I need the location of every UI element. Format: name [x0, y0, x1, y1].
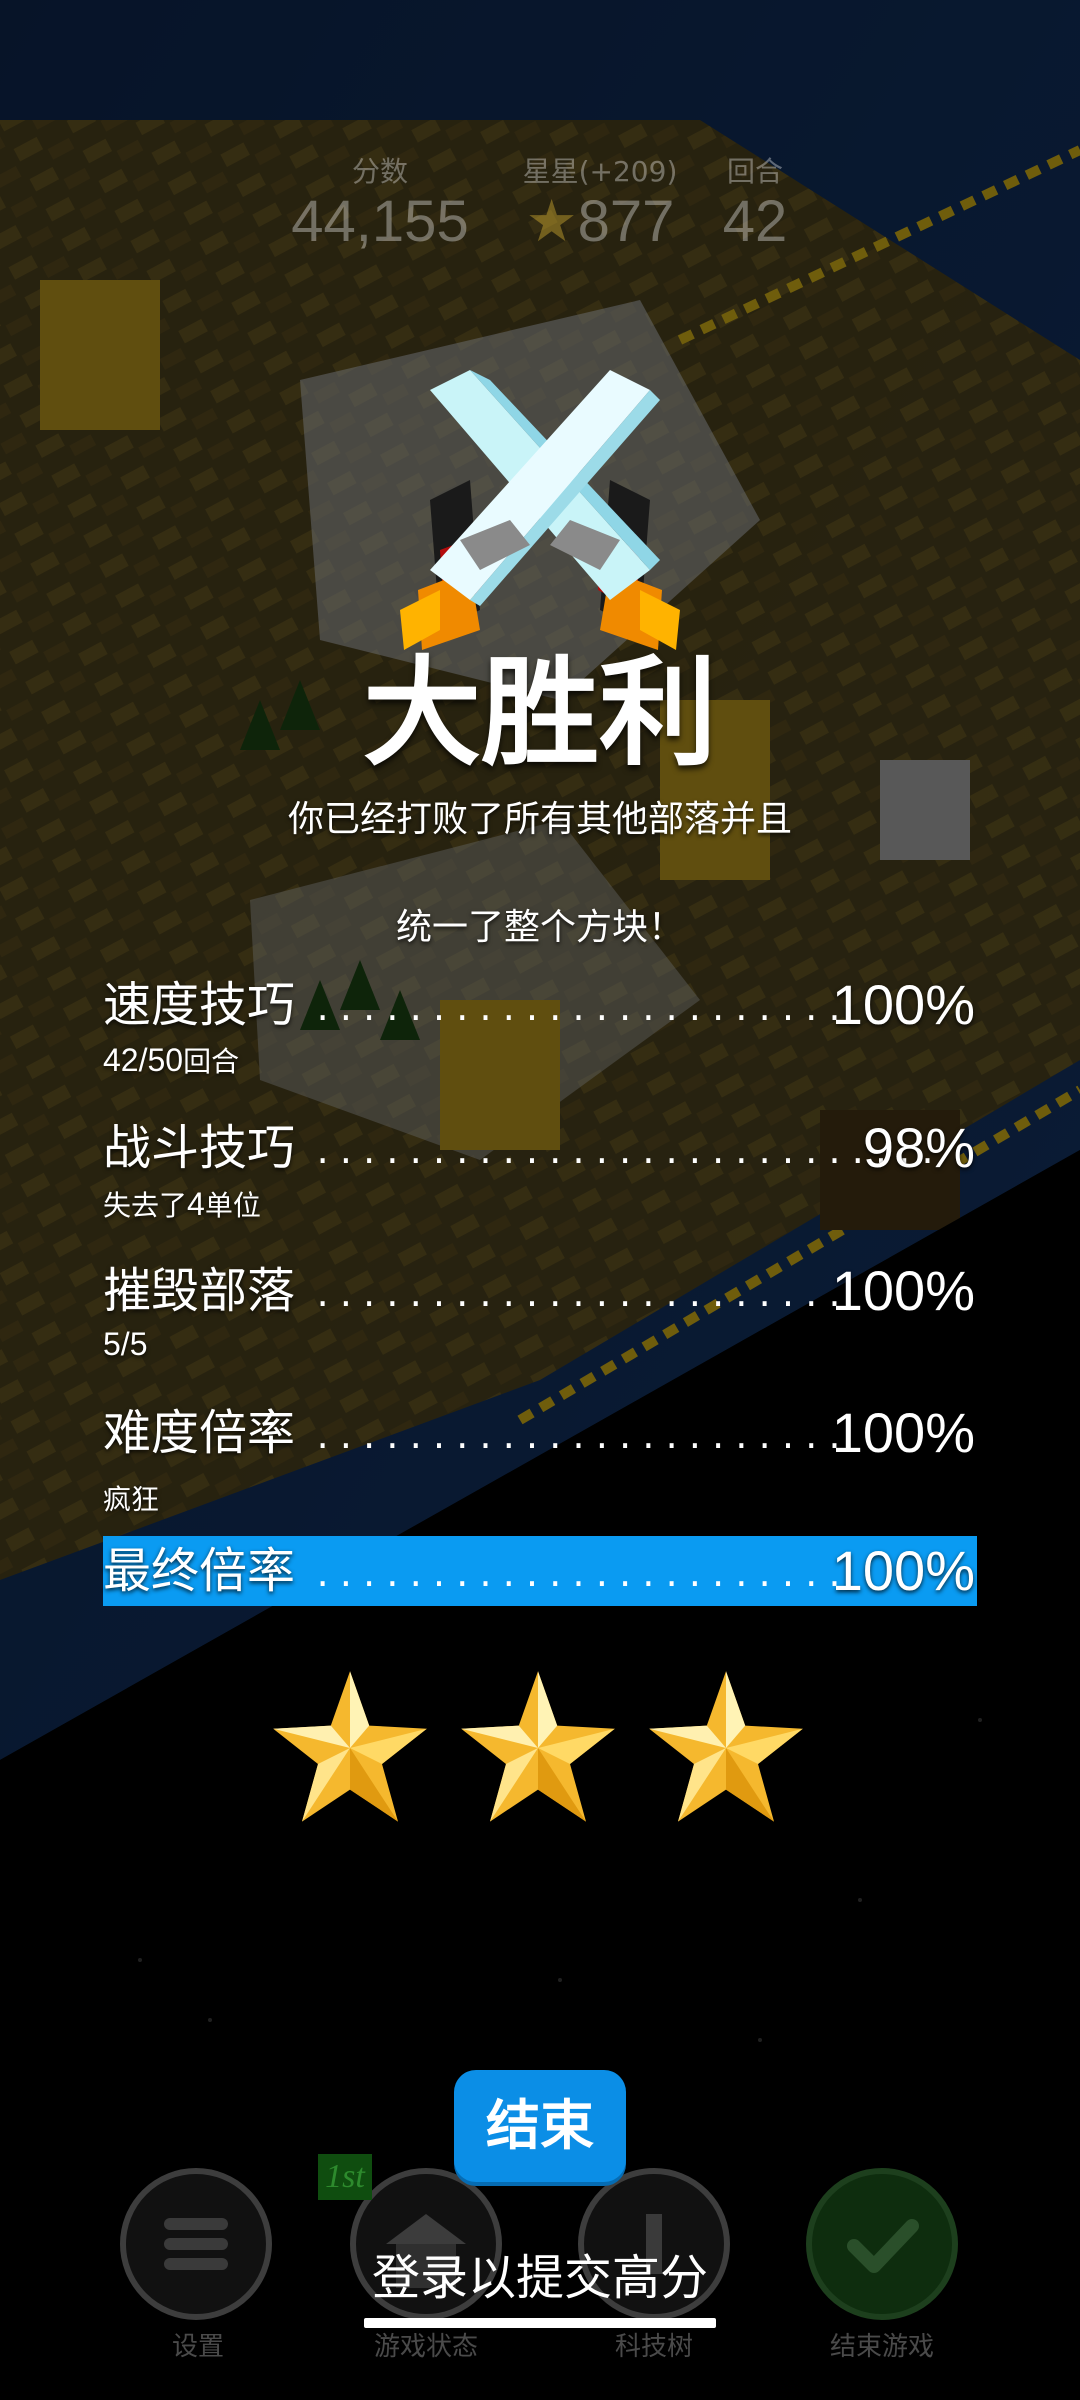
- units-lost-count: 4: [187, 1186, 205, 1222]
- dot-leader: .......................: [313, 1556, 849, 1594]
- dot-leader: .......................: [313, 1418, 849, 1456]
- top-hud: 分数 44,155 星星(+209) ★877 回合 42: [0, 150, 1080, 260]
- hud-score: 分数 44,155: [280, 150, 480, 254]
- hud-stars-label: 星星(+209): [522, 155, 678, 188]
- row-label: 速度技巧: [103, 977, 296, 1033]
- nav-label-settings: 设置: [171, 2332, 224, 2362]
- score-row-destroy: 摧毁部落 ....................... 100%: [103, 1256, 975, 1326]
- units-lost-suffix: 单位: [204, 1189, 261, 1222]
- units-lost-prefix: 失去了: [103, 1189, 188, 1222]
- difficulty-name: 疯狂: [103, 1483, 160, 1516]
- crossed-swords-icon: [360, 370, 720, 650]
- row-sub-destroy: 5/5: [103, 1326, 147, 1363]
- hud-stars-value: 877: [577, 189, 675, 254]
- end-game-button[interactable]: [806, 2168, 958, 2320]
- hud-score-label: 分数: [351, 155, 408, 188]
- star-icon: [458, 1668, 618, 1828]
- login-underline: [364, 2318, 716, 2328]
- row-label: 战斗技巧: [103, 1120, 296, 1176]
- nav-label-game-status: 游戏状态: [373, 2332, 478, 2362]
- score-row-difficulty: 难度倍率 ....................... 100%: [103, 1398, 975, 1468]
- turns-used: 42/50: [103, 1042, 184, 1078]
- nav-label-end-game: 结束游戏: [829, 2332, 934, 2362]
- settings-button[interactable]: [120, 2168, 272, 2320]
- hud-turn-label: 回合: [726, 155, 783, 188]
- hud-score-value: 44,155: [291, 189, 469, 254]
- hud-turn: 回合 42: [700, 150, 810, 254]
- row-sub-combat: 失去了4单位: [103, 1184, 261, 1224]
- victory-subtitle-line2: 统一了整个方块！: [395, 907, 684, 948]
- star-icon: [646, 1668, 806, 1828]
- score-row-speed: 速度技巧 ....................... 100%: [103, 970, 975, 1040]
- finish-button[interactable]: 结束: [454, 2070, 626, 2182]
- row-label: 最终倍率: [103, 1543, 296, 1599]
- row-sub-difficulty: 疯狂: [103, 1478, 159, 1518]
- menu-icon: [164, 2218, 228, 2270]
- tribes-destroyed: 5/5: [103, 1326, 148, 1362]
- victory-title: 大胜利: [362, 644, 717, 782]
- row-label: 摧毁部落: [103, 1263, 296, 1319]
- checkmark-icon: [847, 2219, 919, 2273]
- login-submit-highscore-link[interactable]: 登录以提交高分: [364, 2238, 716, 2318]
- star-rating: [270, 1668, 810, 1828]
- row-value: 98%: [862, 1116, 975, 1179]
- dot-leader: ...........................: [313, 1133, 942, 1171]
- hud-stars: 星星(+209) ★877: [500, 150, 700, 254]
- hud-turn-value: 42: [722, 189, 788, 254]
- star-icon: ★: [525, 189, 578, 254]
- dot-leader: .......................: [313, 990, 849, 1028]
- score-row-combat: 战斗技巧 ........................... 98%: [103, 1113, 975, 1183]
- dot-leader: .......................: [313, 1276, 849, 1314]
- row-sub-speed: 42/50回合: [103, 1040, 239, 1080]
- turns-unit: 回合: [183, 1045, 240, 1078]
- row-value: 100%: [831, 973, 975, 1036]
- row-value: 100%: [831, 1401, 975, 1464]
- score-row-final: 最终倍率 ....................... 100%: [103, 1536, 975, 1606]
- row-label: 难度倍率: [103, 1405, 296, 1461]
- row-value: 100%: [831, 1259, 975, 1322]
- row-value: 100%: [831, 1539, 975, 1602]
- nav-label-tech-tree: 科技树: [614, 2332, 693, 2362]
- rank-badge: 1st: [318, 2154, 372, 2200]
- victory-subtitle-line1: 你已经打败了所有其他部落并且: [287, 799, 792, 840]
- star-icon: [270, 1668, 430, 1828]
